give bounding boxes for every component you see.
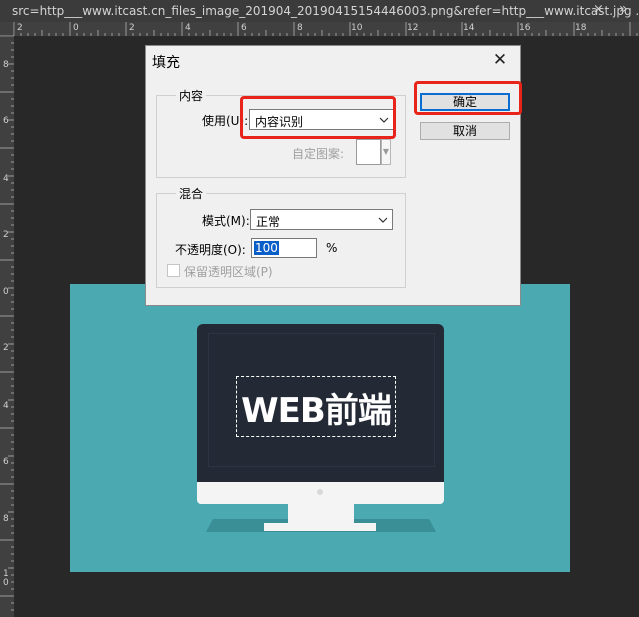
mode-label: 模式(M): — [202, 214, 250, 228]
vruler-label: 2 — [3, 343, 9, 353]
blend-group-label: 混合 — [176, 185, 207, 202]
preserve-transparency-label: 保留透明区域(P) — [184, 265, 273, 279]
close-icon[interactable]: ✕ — [491, 50, 509, 70]
vruler-label: 4 — [3, 174, 9, 184]
use-label: 使用(U): — [202, 114, 249, 128]
vruler-label: 4 — [3, 401, 9, 411]
pattern-dropdown-icon: ▼ — [381, 139, 391, 165]
custom-pattern-swatch — [356, 139, 381, 165]
fill-dialog: 填充 ✕ 内容 使用(U): 内容识别 自定图案: ▼ 混合 模式(M): 正常… — [145, 45, 521, 306]
hruler-label: 14 — [463, 23, 475, 33]
hruler-label: 18 — [575, 23, 587, 33]
hruler-label: 8 — [297, 23, 303, 33]
hruler-label: 0 — [73, 23, 79, 33]
chevron-down-icon — [379, 110, 389, 132]
cancel-button[interactable]: 取消 — [420, 122, 510, 140]
hruler-label: 12 — [407, 23, 419, 33]
hruler-label: 16 — [519, 23, 531, 33]
mode-select[interactable]: 正常 — [250, 209, 393, 230]
content-group — [156, 95, 406, 178]
hruler-label: 6 — [241, 23, 247, 33]
vruler-label: 1 0 — [3, 569, 9, 588]
vruler-label: 6 — [3, 457, 9, 467]
monitor-base — [264, 523, 376, 531]
use-select[interactable]: 内容识别 — [249, 109, 394, 130]
marquee-selection[interactable] — [236, 376, 396, 437]
monitor-neck — [288, 504, 354, 523]
vruler-label: 6 — [3, 116, 9, 126]
opacity-input-value: 100 — [254, 241, 279, 255]
preserve-transparency-checkbox[interactable] — [167, 264, 180, 277]
chevron-down-icon — [378, 210, 388, 232]
content-group-label: 内容 — [176, 87, 207, 104]
custom-pattern-label: 自定图案: — [292, 147, 345, 161]
hruler-label: 2 — [17, 23, 23, 33]
hruler-label: 10 — [351, 23, 363, 33]
vruler-label: 0 — [3, 287, 9, 297]
use-select-value: 内容识别 — [255, 115, 304, 129]
ok-button[interactable]: 确定 — [420, 93, 510, 111]
dialog-title: 填充 — [152, 55, 180, 71]
monitor-power-dot — [317, 489, 323, 495]
vruler-label: 2 — [3, 230, 9, 240]
opacity-label: 不透明度(O): — [175, 243, 246, 257]
vruler-label: 8 — [3, 514, 9, 524]
opacity-input[interactable]: 100 — [251, 238, 317, 258]
hruler-label: 2 — [129, 23, 135, 33]
hruler-label: 4 — [185, 23, 191, 33]
vruler-label: 8 — [3, 60, 9, 70]
opacity-unit: % — [326, 241, 338, 255]
mode-select-value: 正常 — [256, 215, 281, 229]
